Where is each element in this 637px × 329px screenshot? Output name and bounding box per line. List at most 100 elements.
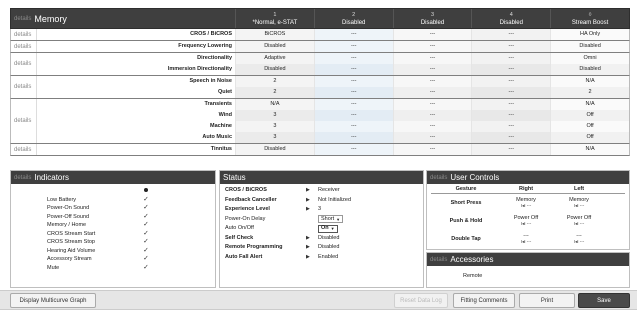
memory-column-2[interactable]: 2 Disabled [313, 9, 393, 28]
status-row[interactable]: Self Check ▶ Disabled [220, 234, 423, 244]
memory-feature-value[interactable]: --- [471, 132, 551, 143]
memory-feature-value[interactable]: Off [550, 121, 629, 132]
memory-feature-value[interactable]: 3 [235, 132, 314, 143]
checkmark-icon[interactable]: ✓ [139, 255, 153, 264]
checkmark-icon[interactable]: ✓ [139, 221, 153, 230]
checkmark-icon[interactable]: ✓ [139, 196, 153, 205]
memory-details-link[interactable]: details [14, 16, 31, 22]
memory-feature-value[interactable]: Omni [550, 53, 629, 64]
status-row[interactable]: Experience Level ▶ 3 [220, 205, 423, 215]
display-multicurve-graph-button[interactable]: Display Multicurve Graph [10, 293, 96, 308]
memory-feature-value[interactable]: --- [313, 99, 393, 110]
memory-feature-value[interactable]: --- [392, 87, 472, 98]
memory-feature-value[interactable]: --- [313, 121, 393, 132]
memory-feature-value[interactable]: --- [471, 64, 551, 75]
memory-feature-value[interactable]: --- [392, 29, 472, 40]
fitting-comments-button[interactable]: Fitting Comments [453, 293, 515, 308]
save-button[interactable]: Save [578, 293, 630, 308]
memory-feature-value[interactable]: 2 [235, 76, 314, 87]
left-control-value[interactable]: Power Off I◂I --- [551, 215, 607, 227]
memory-feature-value[interactable]: --- [313, 64, 393, 75]
memory-column-1[interactable]: 1 *Normal, e-STAT [235, 9, 314, 28]
memory-column-stream-boost[interactable]: ◊ Stream Boost [550, 9, 629, 28]
memory-group-details-link[interactable]: details [11, 144, 37, 155]
memory-feature-value[interactable]: --- [471, 76, 551, 87]
memory-feature-value[interactable]: Off [550, 132, 629, 143]
status-row[interactable]: Feedback Canceller ▶ Not Initialized [220, 196, 423, 206]
memory-feature-value[interactable]: N/A [550, 99, 629, 110]
status-row[interactable]: Auto Fall Alert ▶ Enabled [220, 253, 423, 263]
memory-feature-value[interactable]: --- [392, 53, 472, 64]
memory-feature-value[interactable]: HA Only [550, 29, 629, 40]
memory-feature-value[interactable]: --- [471, 41, 551, 52]
memory-feature-value[interactable]: --- [392, 132, 472, 143]
print-button[interactable]: Print [519, 293, 575, 308]
arrow-right-icon[interactable]: ▶ [306, 234, 318, 244]
memory-feature-value[interactable]: --- [392, 144, 472, 155]
checkmark-icon[interactable]: ✓ [139, 247, 153, 256]
memory-feature-value[interactable]: 3 [235, 110, 314, 121]
memory-feature-value[interactable]: --- [392, 41, 472, 52]
arrow-right-icon[interactable]: ▶ [306, 253, 318, 263]
status-row[interactable]: Remote Programming ▶ Disabled [220, 243, 423, 253]
memory-feature-value[interactable]: --- [471, 53, 551, 64]
checkmark-icon[interactable]: ✓ [139, 238, 153, 247]
accessories-details-link[interactable]: details [430, 257, 447, 263]
status-select[interactable]: Short ▼ [318, 215, 344, 224]
memory-feature-value[interactable]: --- [313, 87, 393, 98]
memory-feature-value[interactable]: --- [392, 76, 472, 87]
arrow-right-icon[interactable]: ▶ [306, 205, 318, 215]
checkmark-icon[interactable]: ✓ [139, 230, 153, 239]
memory-feature-value[interactable]: --- [313, 41, 393, 52]
memory-feature-value[interactable]: --- [313, 76, 393, 87]
memory-feature-value[interactable]: --- [313, 53, 393, 64]
right-control-value[interactable]: Memory I◂I --- [501, 197, 551, 209]
memory-group-details-link[interactable]: details [11, 76, 37, 98]
memory-group-details-link[interactable]: details [11, 53, 37, 75]
memory-column-4[interactable]: 4 Disabled [471, 9, 550, 28]
memory-feature-value[interactable]: N/A [550, 76, 629, 87]
memory-feature-value[interactable]: --- [313, 29, 393, 40]
memory-feature-value[interactable]: --- [313, 132, 393, 143]
memory-group-details-link[interactable]: details [11, 41, 37, 52]
memory-feature-value[interactable]: --- [471, 29, 551, 40]
reset-data-log-button[interactable]: Reset Data Log [394, 293, 448, 308]
memory-feature-value[interactable]: Disabled [550, 64, 629, 75]
memory-feature-value[interactable]: 3 [235, 121, 314, 132]
memory-feature-value[interactable]: BiCROS [235, 29, 314, 40]
memory-feature-value[interactable]: --- [313, 110, 393, 121]
checkmark-icon[interactable]: ✓ [139, 213, 153, 222]
memory-group-details-link[interactable]: details [11, 29, 37, 40]
memory-group-details-link[interactable]: details [11, 99, 37, 143]
memory-feature-value[interactable]: N/A [235, 99, 314, 110]
memory-feature-value[interactable]: Adaptive [235, 53, 314, 64]
memory-feature-value[interactable]: 2 [550, 87, 629, 98]
memory-feature-value[interactable]: --- [471, 121, 551, 132]
memory-feature-value[interactable]: --- [392, 99, 472, 110]
memory-feature-value[interactable]: --- [313, 144, 393, 155]
left-control-value[interactable]: Memory I◂I --- [551, 197, 607, 209]
memory-feature-value[interactable]: --- [471, 144, 551, 155]
memory-feature-value[interactable]: Disabled [235, 41, 314, 52]
checkmark-icon[interactable]: ✓ [139, 264, 153, 273]
checkmark-icon[interactable]: ✓ [139, 204, 153, 213]
memory-feature-value[interactable]: N/A [550, 144, 629, 155]
arrow-right-icon[interactable]: ▶ [306, 186, 318, 196]
arrow-right-icon[interactable]: ▶ [306, 196, 318, 206]
memory-feature-value[interactable]: Off [550, 110, 629, 121]
arrow-right-icon[interactable]: ▶ [306, 243, 318, 253]
memory-feature-value[interactable]: Disabled [235, 144, 314, 155]
status-row[interactable]: CROS / BiCROS ▶ Receiver [220, 186, 423, 196]
right-control-value[interactable]: Power Off I◂I --- [501, 215, 551, 227]
memory-feature-value[interactable]: --- [471, 87, 551, 98]
memory-feature-value[interactable]: Disabled [235, 64, 314, 75]
right-control-value[interactable]: --- I◂I --- [501, 233, 551, 245]
memory-column-3[interactable]: 3 Disabled [392, 9, 472, 28]
memory-feature-value[interactable]: --- [392, 110, 472, 121]
memory-feature-value[interactable]: Disabled [550, 41, 629, 52]
user-controls-details-link[interactable]: details [430, 175, 447, 181]
memory-feature-value[interactable]: --- [471, 99, 551, 110]
left-control-value[interactable]: --- I◂I --- [551, 233, 607, 245]
memory-feature-value[interactable]: --- [471, 110, 551, 121]
memory-feature-value[interactable]: --- [392, 64, 472, 75]
